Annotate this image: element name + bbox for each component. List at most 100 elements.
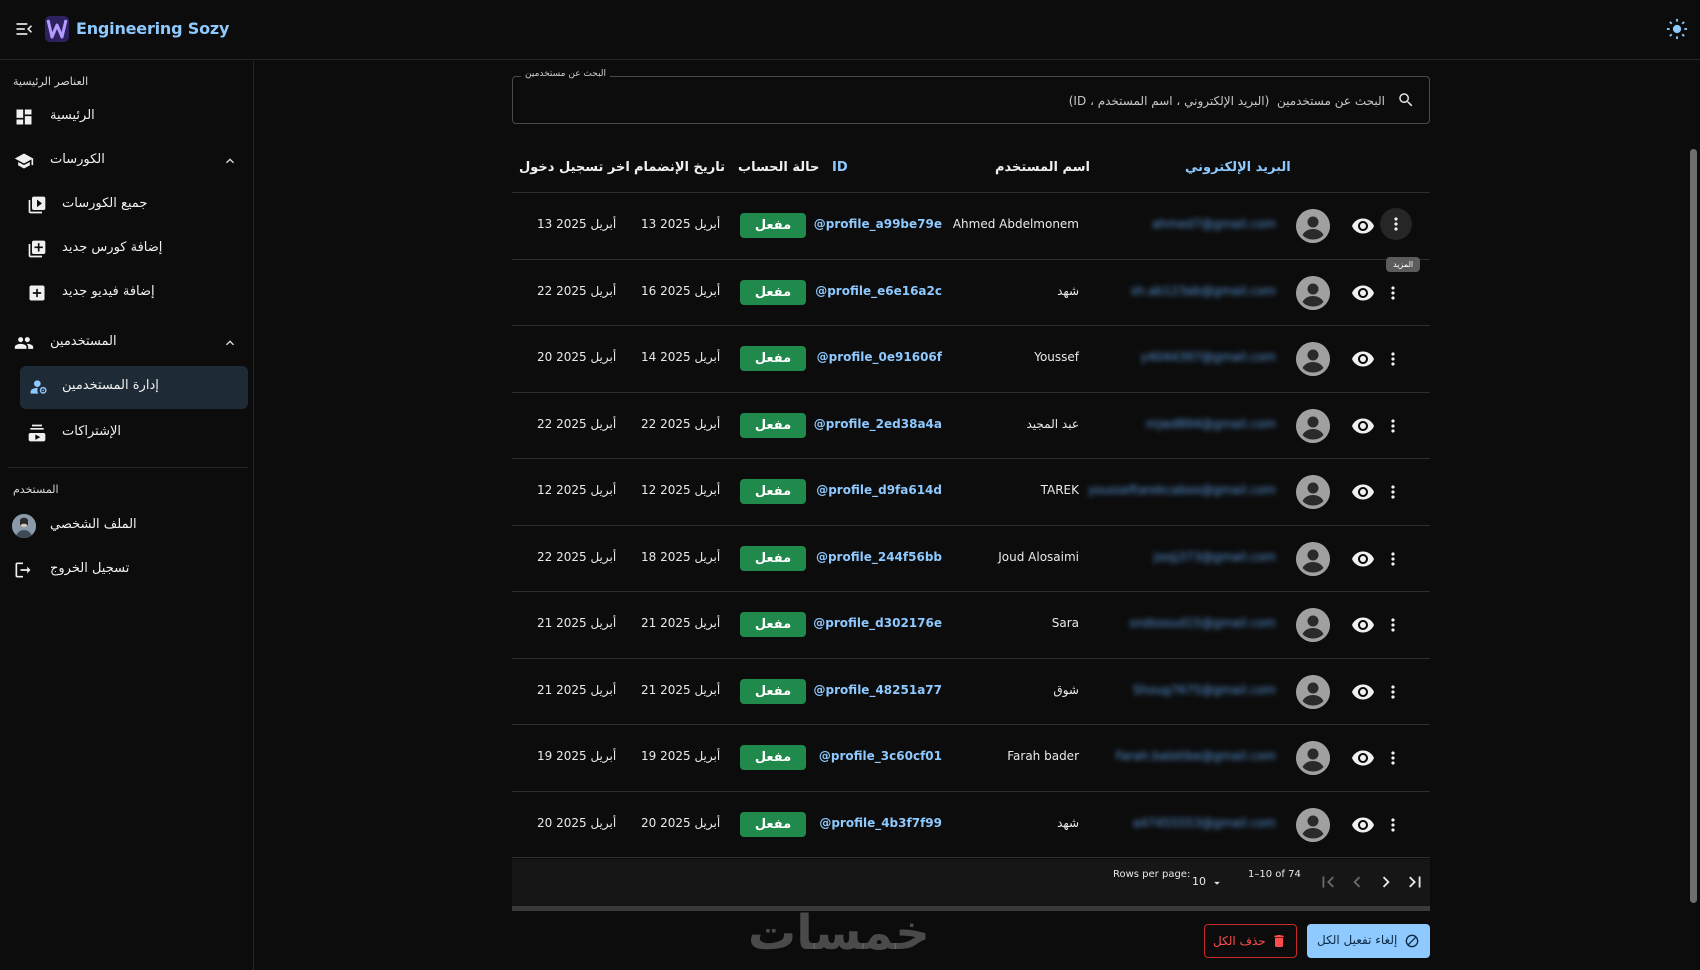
sidebar-item-users[interactable]: المستخدمين — [0, 323, 254, 363]
sidebar-item-manage-users[interactable]: إدارة المستخدمين — [20, 366, 248, 409]
cell-profile-id[interactable]: @profile_3c60cf01 — [819, 749, 942, 763]
cell-profile-id[interactable]: @profile_e6e16a2c — [815, 284, 942, 298]
last-page-icon[interactable] — [1404, 871, 1426, 893]
sidebar-item-logout[interactable]: تسجيل الخروج — [0, 550, 254, 590]
cell-email[interactable]: Shoug7675@gmail.com — [1133, 683, 1276, 697]
deactivate-all-button[interactable]: إلغاء تفعيل الكل — [1307, 924, 1430, 958]
table-row[interactable]: 19 أبريل 2025 19 أبريل 2025 مفعل @profil… — [512, 725, 1430, 792]
table-row[interactable]: 22 أبريل 2025 22 أبريل 2025 مفعل @profil… — [512, 393, 1430, 459]
cell-email[interactable]: ahmed7@gmail.com — [1152, 217, 1276, 231]
table-pagination: Rows per page: 10 1–10 of 74 — [512, 859, 1430, 907]
more-button[interactable] — [1380, 208, 1412, 240]
table-row[interactable]: 21 أبريل 2025 21 أبريل 2025 مفعل @profil… — [512, 592, 1430, 659]
more-button[interactable] — [1380, 812, 1406, 838]
cell-joined-date: 19 أبريل 2025 — [641, 749, 721, 763]
more-button[interactable] — [1380, 346, 1406, 372]
more-button[interactable] — [1380, 546, 1406, 572]
cell-profile-id[interactable]: @profile_d302176e — [813, 616, 942, 630]
eye-icon[interactable] — [1351, 680, 1375, 704]
cell-email[interactable]: a47455553@gmail.com — [1133, 816, 1276, 830]
cell-email[interactable]: sndssoud15@gmail.com — [1129, 616, 1276, 630]
cell-profile-id[interactable]: @profile_2ed38a4a — [814, 417, 942, 431]
table-row[interactable]: 20 أبريل 2025 20 أبريل 2025 مفعل @profil… — [512, 792, 1430, 858]
header-id[interactable]: ID — [832, 160, 848, 175]
chevron-right-icon[interactable] — [1375, 871, 1397, 893]
table-body: 13 أبريل 2025 13 أبريل 2025 مفعل @profil… — [512, 193, 1430, 858]
cell-username: شوق — [1053, 682, 1079, 697]
menu-open-icon[interactable] — [14, 19, 34, 39]
cell-profile-id[interactable]: @profile_a99be79e — [814, 217, 942, 231]
sidebar-item-add-course[interactable]: إضافة كورس جديد — [0, 229, 254, 269]
sidebar-item-label: إضافة كورس جديد — [62, 240, 163, 255]
more-button[interactable] — [1380, 280, 1406, 306]
table-row[interactable]: 13 أبريل 2025 13 أبريل 2025 مفعل @profil… — [512, 193, 1430, 260]
account-circle-icon — [1296, 209, 1330, 243]
header-account-status[interactable]: حالة الحساب — [738, 160, 819, 175]
more-button[interactable] — [1380, 479, 1406, 505]
brand-name[interactable]: Engineering Sozy — [76, 19, 229, 38]
delete-all-button[interactable]: حذف الكل — [1204, 924, 1297, 958]
sidebar-item-profile[interactable]: الملف الشخصي — [0, 506, 254, 546]
chevron-up-icon[interactable] — [222, 153, 238, 169]
header-last-login[interactable]: اخر تسجيل دخول — [519, 160, 630, 175]
more-button[interactable] — [1380, 745, 1406, 771]
cell-email[interactable]: mjwd894@gmail.com — [1146, 417, 1276, 431]
header-joined-date[interactable]: تاريخ الإنضمام — [634, 160, 725, 175]
first-page-icon[interactable] — [1317, 871, 1339, 893]
cell-email[interactable]: y4044397@gmail.com — [1141, 350, 1276, 364]
cell-email[interactable]: sh.ab123ab@gmail.com — [1131, 284, 1276, 298]
more-button[interactable] — [1380, 612, 1406, 638]
header-username[interactable]: اسم المستخدم — [995, 160, 1090, 175]
eye-icon[interactable] — [1351, 347, 1375, 371]
eye-icon[interactable] — [1351, 547, 1375, 571]
table-row[interactable]: 21 أبريل 2025 21 أبريل 2025 مفعل @profil… — [512, 659, 1430, 725]
table-row[interactable]: 12 أبريل 2025 12 أبريل 2025 مفعل @profil… — [512, 459, 1430, 526]
cell-email[interactable]: Farah.balotibe@gmail.com — [1116, 749, 1276, 763]
table-row[interactable]: 20 أبريل 2025 14 أبريل 2025 مفعل @profil… — [512, 326, 1430, 393]
table-row[interactable]: 22 أبريل 2025 16 أبريل 2025 مفعل @profil… — [512, 260, 1430, 326]
cell-profile-id[interactable]: @profile_244f56bb — [816, 550, 942, 564]
avatar — [1296, 674, 1330, 709]
cell-profile-id[interactable]: @profile_d9fa614d — [816, 483, 942, 497]
cell-email[interactable]: joojj373@gmail.com — [1154, 550, 1276, 564]
cell-profile-id[interactable]: @profile_4b3f7f99 — [819, 816, 942, 830]
eye-icon[interactable] — [1351, 214, 1375, 238]
header-email[interactable]: البريد الإلكتروني — [1185, 160, 1291, 175]
logout-icon — [15, 562, 31, 578]
user-search-field[interactable]: البحث عن مستخدمين — [512, 69, 1430, 124]
eye-icon[interactable] — [1351, 414, 1375, 438]
sidebar-item-add-video[interactable]: إضافة فيديو جديد — [0, 273, 254, 313]
sun-icon[interactable] — [1666, 18, 1688, 40]
eye-icon[interactable] — [1351, 813, 1375, 837]
more-button[interactable] — [1380, 413, 1406, 439]
sidebar-item-home[interactable]: الرئيسية — [0, 97, 254, 137]
cell-profile-id[interactable]: @profile_48251a77 — [814, 683, 942, 697]
sidebar-item-courses[interactable]: الكورسات — [0, 141, 254, 181]
cell-profile-id[interactable]: @profile_0e91606f — [817, 350, 942, 364]
chevron-up-icon[interactable] — [222, 335, 238, 351]
cell-joined-date: 21 أبريل 2025 — [641, 682, 721, 697]
table-row[interactable]: 22 أبريل 2025 18 أبريل 2025 مفعل @profil… — [512, 526, 1430, 592]
eye-icon[interactable] — [1351, 613, 1375, 637]
eye-icon[interactable] — [1351, 480, 1375, 504]
page-scrollbar[interactable] — [1687, 61, 1700, 970]
more-vert-icon — [1391, 352, 1395, 366]
eye-icon[interactable] — [1351, 746, 1375, 770]
eye-icon[interactable] — [1351, 281, 1375, 305]
cell-email[interactable]: yousseftarekcaboo@gmail.com — [1088, 483, 1276, 497]
more-vert-icon — [1391, 285, 1395, 300]
more-tooltip: المزيد — [1386, 257, 1421, 272]
sidebar-item-subscriptions[interactable]: الإشتراكات — [0, 413, 254, 453]
chevron-left-icon[interactable] — [1346, 871, 1368, 893]
page-scrollbar-thumb[interactable] — [1690, 149, 1697, 903]
status-badge: مفعل — [740, 213, 806, 238]
horizontal-scroll-track[interactable] — [512, 906, 1430, 911]
sidebar-item-all-courses[interactable]: جميع الكورسات — [0, 185, 254, 225]
search-icon[interactable] — [1397, 91, 1415, 109]
rows-per-page-select[interactable]: 10 — [1192, 875, 1228, 893]
more-button[interactable] — [1380, 679, 1406, 705]
status-badge: مفعل — [740, 612, 806, 637]
search-input[interactable] — [523, 91, 1385, 111]
sidebar-item-label: الكورسات — [50, 152, 105, 167]
people-icon — [14, 337, 34, 349]
